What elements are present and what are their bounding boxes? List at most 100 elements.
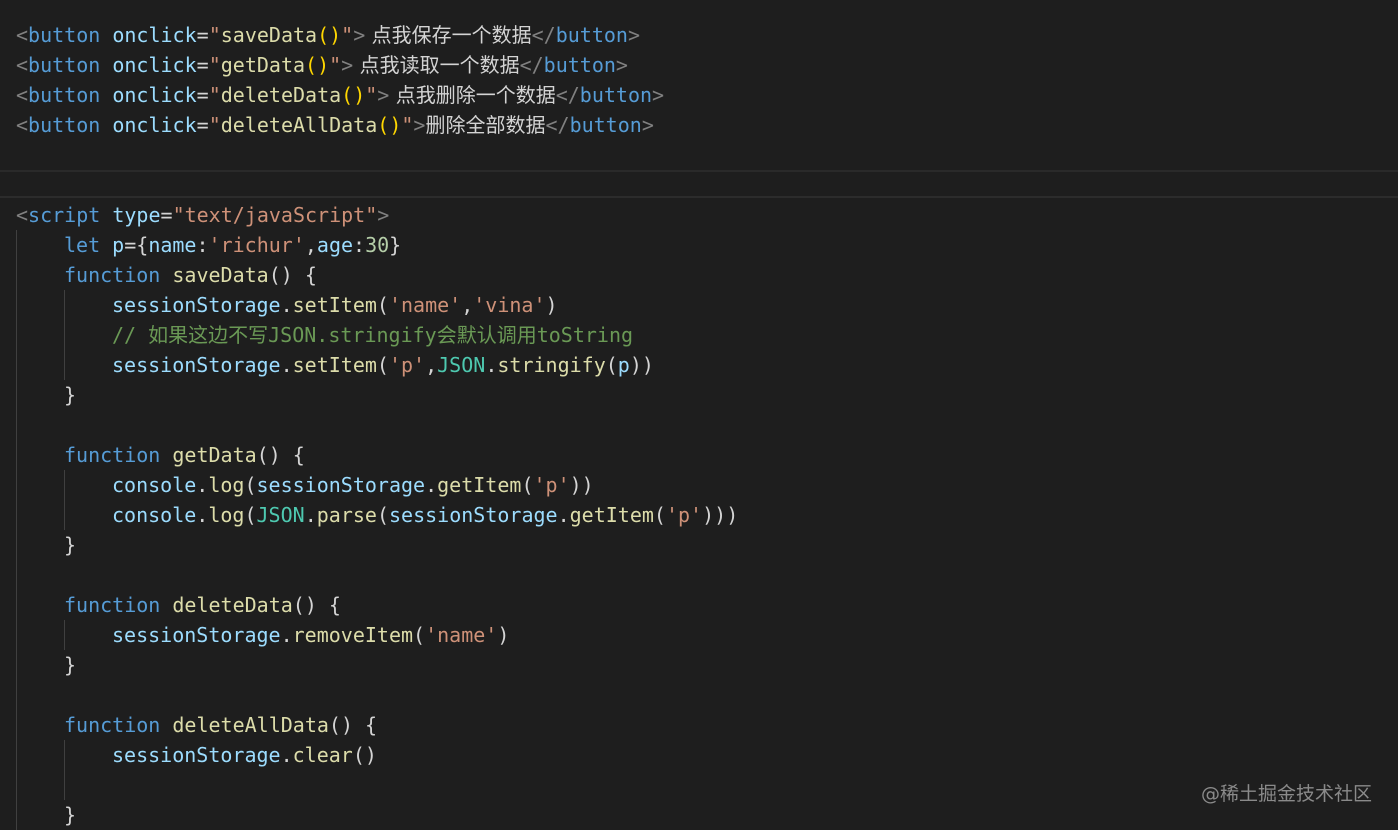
object-ref: sessionStorage [112,743,281,767]
code-line-close-brace: } [0,800,1398,830]
method-name: clear [292,743,353,767]
code-line-close-brace: } [0,650,1398,680]
string: 'richur' [208,233,305,257]
punctuation: } [64,653,77,677]
quote: " [341,23,354,47]
punctuation: () { [292,593,341,617]
punctuation: . [557,503,570,527]
code-line-fn-savedata: function saveData() { [0,260,1398,290]
tag-bracket: > [627,23,640,47]
variable: p [112,233,125,257]
punctuation: ) [581,473,594,497]
punctuation: . [425,473,438,497]
code-line-close-brace: } [0,530,1398,560]
function-name: getData [172,443,257,467]
function-ref: saveData [220,23,318,47]
tag-name: button [28,23,101,47]
punctuation: , [304,233,317,257]
punctuation: } [64,533,77,557]
punctuation: . [280,293,293,317]
code-line-close-brace: } [0,380,1398,410]
punctuation: ( [413,623,426,647]
punctuation: . [485,353,498,377]
object-ref: sessionStorage [112,293,281,317]
punctuation: } [64,803,77,827]
method-name: log [208,473,245,497]
tag-bracket: > [341,53,354,77]
comment: // 如果这边不写JSON.stringify会默认调用toString [112,323,634,347]
watermark: @稀土掘金技术社区 [1200,783,1372,805]
code-line-button-delete-all: <button onclick="deleteAllData()">删除全部数据… [0,110,1398,140]
punctuation: ( [244,503,257,527]
script-block: <script type="text/javaScript"> let p={n… [0,200,1398,830]
code-line-setitem-name: sessionStorage.setItem('name','vina') [0,290,1398,320]
tag-name: button [543,53,616,77]
method-name: log [208,503,245,527]
string: 'p' [388,353,426,377]
punctuation: . [196,473,209,497]
punctuation: ) [714,503,727,527]
tag-bracket: > [615,53,628,77]
attribute-value: "text/javaScript" [172,203,378,227]
object-ref: sessionStorage [256,473,426,497]
punctuation: . [304,503,317,527]
tag-name: button [28,53,101,77]
method-name: parse [316,503,377,527]
string: 'p' [665,503,703,527]
equals: = [196,113,209,137]
punctuation: , [461,293,474,317]
divider [0,170,1398,172]
punctuation: } [389,233,402,257]
parens: () [341,83,366,107]
code-line-console-log-getitem: console.log(sessionStorage.getItem('p')) [0,470,1398,500]
function-name: saveData [172,263,269,287]
punctuation: . [280,353,293,377]
punctuation: ( [376,353,389,377]
object-ref: sessionStorage [389,503,558,527]
divider [0,196,1398,198]
punctuation: ={ [124,233,149,257]
tag-bracket: < [16,53,29,77]
punctuation: ) [629,353,642,377]
equals: = [160,203,173,227]
tag-bracket: </ [545,113,570,137]
attribute-name: onclick [112,23,197,47]
method-name: removeItem [292,623,414,647]
code-line-setitem-p: sessionStorage.setItem('p',JSON.stringif… [0,350,1398,380]
button-text: 点我保存一个数据 [365,23,532,47]
object-ref: sessionStorage [112,623,281,647]
property-key: name [148,233,197,257]
punctuation: () { [328,713,378,737]
object-ref: console [112,473,197,497]
code-line-clear: sessionStorage.clear() [0,740,1398,770]
quote: " [208,83,221,107]
method-name: getItem [437,473,522,497]
punctuation: ( [244,473,257,497]
class-ref: JSON [256,503,305,527]
punctuation: } [64,383,77,407]
keyword: let [64,233,101,257]
tag-name: script [28,203,101,227]
parens: () [305,53,330,77]
tag-bracket: > [641,113,654,137]
code-line-fn-deletedata: function deleteData() { [0,590,1398,620]
tag-bracket: </ [519,53,544,77]
parens: () [317,23,342,47]
function-name: deleteAllData [172,713,329,737]
string: 'name' [425,623,498,647]
quote: " [365,83,378,107]
method-name: stringify [497,353,606,377]
code-line-let: let p={name:'richur',age:30} [0,230,1398,260]
tag-bracket: > [353,23,366,47]
punctuation: ) [569,473,582,497]
tag-bracket: < [16,83,29,107]
punctuation: ) [497,623,510,647]
tag-bracket: > [652,83,665,107]
object-ref: sessionStorage [112,353,281,377]
button-text: 点我读取一个数据 [353,53,520,77]
button-text: 点我删除一个数据 [389,83,556,107]
method-name: setItem [292,293,377,317]
punctuation: () { [256,443,305,467]
